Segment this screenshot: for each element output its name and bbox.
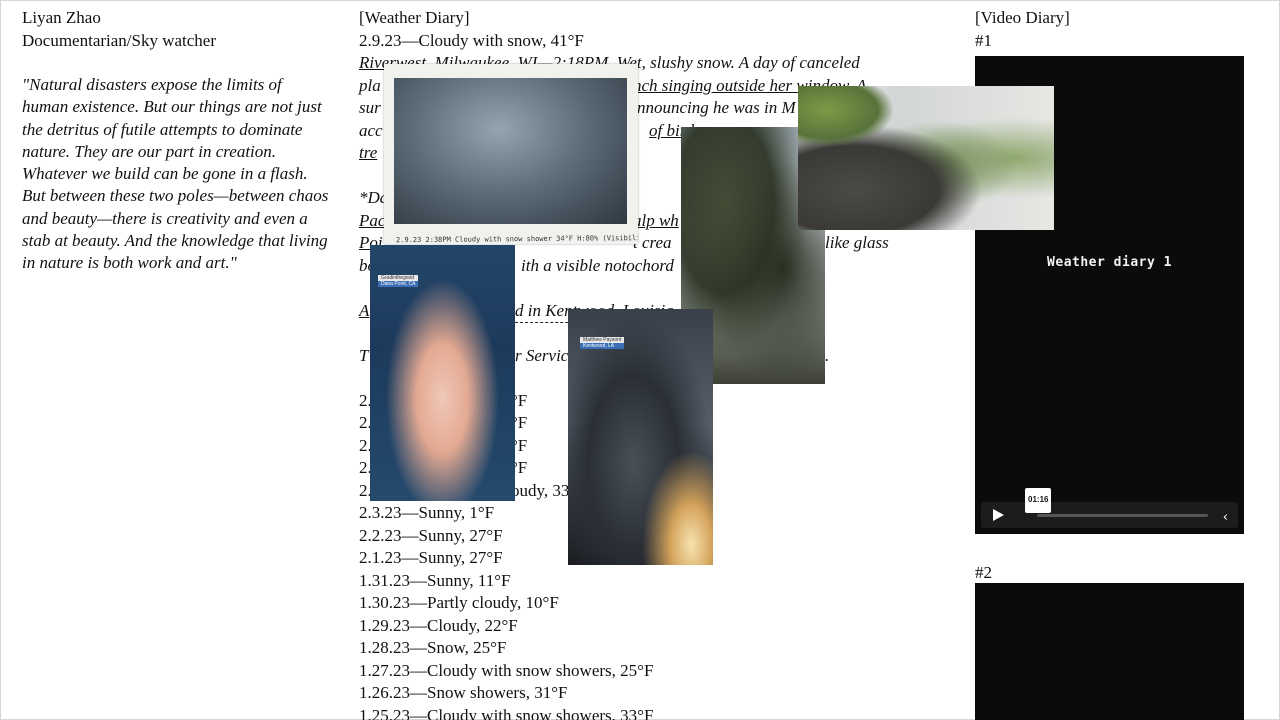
profile-name: Liyan Zhao: [22, 8, 101, 27]
jellyfish-hands-photo[interactable]: Gradinthegood Dana Point, CA: [370, 245, 515, 501]
video-heading: [Video Diary]: [975, 8, 1070, 27]
profile-role: Documentarian/Sky watcher: [22, 30, 217, 50]
weather-heading: [Weather Diary]: [359, 8, 470, 27]
tornado-photo[interactable]: Matthew Paysont Kentwood, LA: [568, 309, 713, 565]
time-tooltip: 01:16: [1025, 488, 1052, 513]
entry-head: 2.9.23—Cloudy with snow, 41°F: [359, 30, 584, 50]
diary-entry: 1.31.23—Sunny, 11°F: [359, 570, 511, 590]
diary-entry: 1.29.23—Cloudy, 22°F: [359, 615, 518, 635]
seek-bar[interactable]: [1037, 514, 1208, 517]
profile-quote: "Natural disasters expose the limits of …: [22, 75, 329, 273]
source-tag: Matthew Paysont Kentwood, LA: [580, 337, 625, 349]
diary-entry: 1.28.23—Snow, 25°F: [359, 638, 507, 657]
diary-entry: 1.25.23—Cloudy with snow showers, 33°F: [359, 705, 654, 720]
video-player-2[interactable]: [975, 583, 1244, 720]
video-label-2: #2: [975, 563, 992, 582]
video-diary-column: [Video Diary] #1 Weather diary 1 01:16 ‹…: [975, 7, 1245, 720]
polaroid-sky-photo[interactable]: 2.9.23 2:38PM Cloudy with snow shower 34…: [384, 64, 638, 244]
chevron-left-icon[interactable]: ‹: [1223, 507, 1228, 530]
sky-image: [394, 78, 627, 224]
video-controls: 01:16 ‹: [981, 488, 1238, 530]
diary-entry: 1.26.23—Snow showers, 31°F: [359, 683, 568, 702]
diary-entry: 1.30.23—Partly cloudy, 10°F: [359, 593, 559, 612]
video-label-1: #1: [975, 30, 992, 50]
window-plants-photo[interactable]: [798, 86, 1054, 230]
profile-column: Liyan Zhao Documentarian/Sky watcher "Na…: [22, 7, 332, 275]
leaf-shape: [798, 86, 893, 146]
play-icon[interactable]: [993, 509, 1004, 521]
diary-entry: 1.27.23—Cloudy with snow showers, 25°F: [359, 660, 654, 680]
polaroid-caption: 2.9.23 2:38PM Cloudy with snow shower 34…: [395, 234, 638, 244]
source-tag: Gradinthegood Dana Point, CA: [378, 275, 419, 287]
video-title: Weather diary 1: [1047, 255, 1172, 270]
